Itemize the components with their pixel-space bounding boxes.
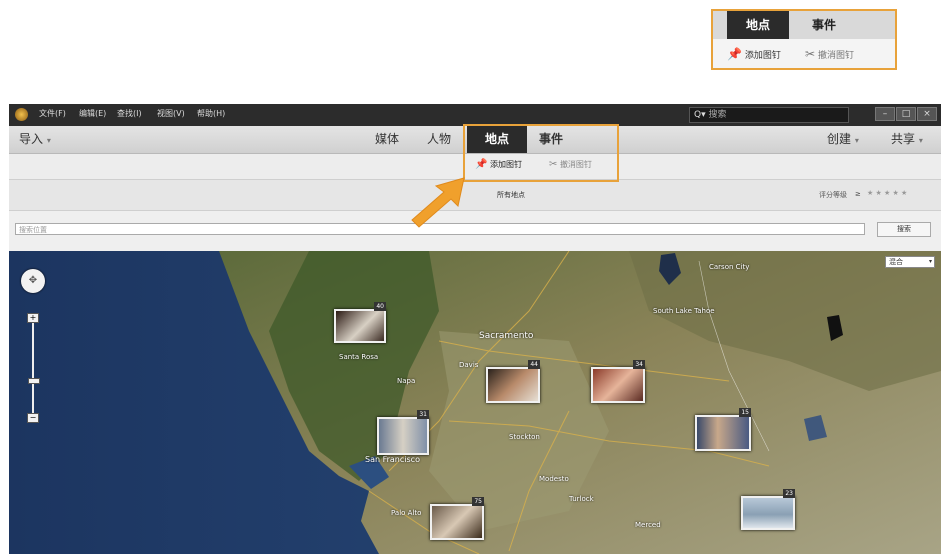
unpin-icon: ✂ [805, 47, 816, 61]
menu-file[interactable]: 文件(F) [39, 108, 66, 119]
callout-tab-places[interactable]: 地点 [727, 11, 789, 39]
chevron-down-icon: ▾ [46, 136, 51, 145]
callout-tab-strip: 地点 事件 [713, 11, 895, 39]
map-label: Carson City [709, 263, 750, 271]
title-bar: 文件(F) 编辑(E) 查找(I) 视图(V) 帮助(H) Q▾ 搜索 – □ … [9, 104, 941, 126]
photo-count-badge: 31 [417, 410, 429, 419]
photo-pin[interactable]: 44 [486, 360, 540, 403]
import-label: 导入 [19, 132, 44, 146]
rating-operator[interactable]: ≥ [855, 190, 861, 198]
map-label: Turlock [569, 495, 594, 503]
map-label: South Lake Tahoe [653, 307, 715, 315]
create-label: 创建 [827, 132, 852, 146]
callout-zoom-panel: 地点 事件 📌 添加图钉 ✂ 撤消图钉 [711, 9, 897, 70]
tab-people[interactable]: 人物 [427, 126, 451, 153]
share-label: 共享 [891, 132, 916, 146]
photo-pin[interactable]: 23 [741, 489, 795, 530]
photo-pin[interactable]: 34 [591, 360, 645, 403]
callout-tab-events[interactable]: 事件 [793, 11, 855, 39]
chevron-down-icon: ▾ [854, 136, 859, 145]
photo-count-badge: 40 [374, 302, 386, 311]
map-label: Merced [635, 521, 661, 529]
photo-pin[interactable]: 75 [430, 497, 484, 540]
tab-media[interactable]: 媒体 [375, 126, 399, 153]
global-search-input[interactable]: Q▾ 搜索 [689, 107, 849, 123]
map-label: Modesto [539, 475, 569, 483]
map-label: Davis [459, 361, 479, 369]
map-label: Santa Rosa [339, 353, 379, 361]
app-window: 文件(F) 编辑(E) 查找(I) 视图(V) 帮助(H) Q▾ 搜索 – □ … [9, 104, 941, 554]
map-view[interactable]: ✥ + − 混合 ▾ Sacramento Santa Rosa Napa Da… [9, 251, 941, 554]
chevron-down-icon: ▾ [918, 136, 923, 145]
pin-icon: 📌 [727, 47, 742, 61]
rating-stars[interactable]: ★ ★ ★ ★ ★ [867, 189, 907, 197]
rating-label: 评分等级 [819, 191, 847, 199]
import-menu[interactable]: 导入 ▾ [19, 126, 51, 153]
share-menu[interactable]: 共享 ▾ [891, 126, 923, 153]
callout-remove-pin-label: 撤消图钉 [817, 51, 854, 61]
zoom-slider-track [32, 313, 34, 423]
search-icon: Q▾ [694, 110, 706, 120]
callout-add-pin-button[interactable]: 📌 添加图钉 [727, 45, 781, 63]
places-highlight-box [463, 124, 619, 182]
photo-pin[interactable]: 15 [695, 408, 751, 451]
zoom-slider-handle[interactable] [28, 378, 40, 384]
map-label: Sacramento [479, 331, 534, 341]
menu-find[interactable]: 查找(I) [117, 108, 142, 119]
callout-add-pin-label: 添加图钉 [744, 51, 781, 61]
map-label: Stockton [509, 433, 540, 441]
pan-control-icon[interactable]: ✥ [21, 269, 45, 293]
map-type-select[interactable]: 混合 ▾ [885, 256, 935, 268]
photo-count-badge: 23 [783, 489, 795, 498]
map-label: San Francisco [365, 455, 420, 464]
chevron-down-icon: ▾ [928, 258, 932, 265]
minimize-button[interactable]: – [875, 107, 895, 121]
create-menu[interactable]: 创建 ▾ [827, 126, 859, 153]
photo-count-badge: 15 [739, 408, 751, 417]
map-label: Napa [397, 377, 416, 385]
menu-view[interactable]: 视图(V) [157, 108, 185, 119]
zoom-in-icon[interactable]: + [27, 313, 39, 323]
orange-arrow-icon [411, 177, 465, 228]
global-search-placeholder: 搜索 [708, 110, 727, 120]
close-button[interactable]: × [917, 107, 937, 121]
maximize-button[interactable]: □ [896, 107, 916, 121]
menu-help[interactable]: 帮助(H) [197, 108, 225, 119]
location-search-bar: 搜索位置 搜索 [9, 211, 941, 251]
photo-pin[interactable]: 40 [334, 302, 386, 343]
map-type-value: 混合 [889, 258, 903, 266]
photo-pin[interactable]: 31 [377, 410, 429, 455]
map-label: Palo Alto [391, 509, 422, 517]
menu-edit[interactable]: 编辑(E) [79, 108, 106, 119]
filter-bar: 所有地点 评分等级 ≥ ★ ★ ★ ★ ★ [9, 180, 941, 211]
zoom-out-icon[interactable]: − [27, 413, 39, 423]
location-search-button[interactable]: 搜索 [877, 222, 931, 237]
callout-remove-pin-button[interactable]: ✂ 撤消图钉 [805, 45, 854, 63]
photo-count-badge: 75 [472, 497, 484, 506]
app-logo-icon [15, 108, 28, 121]
photo-count-badge: 44 [528, 360, 540, 369]
all-places-label: 所有地点 [497, 191, 525, 199]
photo-count-badge: 34 [633, 360, 645, 369]
